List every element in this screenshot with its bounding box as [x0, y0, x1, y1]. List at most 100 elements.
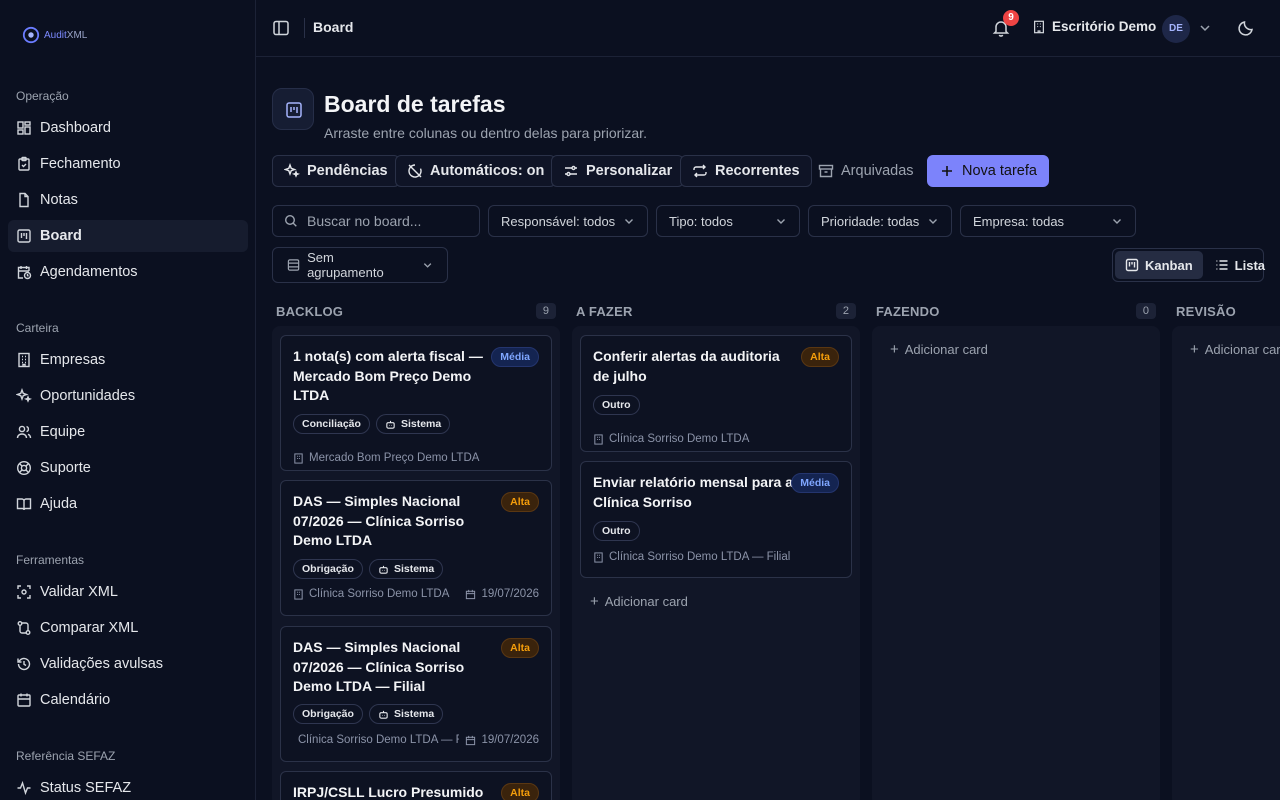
sidebar-item-comparar-xml[interactable]: Comparar XML — [8, 612, 248, 644]
office-selector[interactable]: Escritório Demo — [1032, 19, 1156, 34]
file-icon — [19, 192, 29, 208]
responsavel-filter[interactable]: Responsável: todos — [488, 205, 648, 237]
sidebar-item-empresas[interactable]: Empresas — [8, 344, 248, 376]
calendar-icon — [466, 735, 476, 745]
due-date: 19/07/2026 — [481, 588, 539, 600]
sidebar-item-label: Suporte — [40, 460, 91, 476]
sidebar-item-fechamento[interactable]: Fechamento — [8, 148, 248, 180]
task-card[interactable]: DAS — Simples Nacional 07/2026 — Clínica… — [280, 626, 552, 762]
sidebar-item-validacoes-avulsas[interactable]: Validações avulsas — [8, 648, 248, 680]
priority-badge: Alta — [501, 492, 539, 512]
nav-section-ferramentas: Ferramentas Validar XML Comparar XML Val… — [8, 550, 248, 720]
sidebar-toggle-icon[interactable] — [272, 19, 290, 37]
sidebar-item-ajuda[interactable]: Ajuda — [8, 488, 248, 520]
tag: Outro — [593, 395, 640, 415]
plus-icon — [942, 166, 952, 176]
tipo-filter-value: Tipo: todos — [669, 213, 733, 229]
recorrentes-button[interactable]: Recorrentes — [680, 155, 812, 187]
due-date: 19/07/2026 — [481, 734, 539, 746]
status-icon — [17, 780, 31, 796]
prioridade-filter[interactable]: Prioridade: todas — [808, 205, 952, 237]
card-tags: Outro — [593, 395, 640, 415]
prioridade-filter-value: Prioridade: todas — [821, 213, 920, 229]
tag: Obrigação — [293, 559, 363, 579]
topbar: Board 9 Escritório Demo DE — [256, 0, 1280, 57]
task-card[interactable]: 1 nota(s) com alerta fiscal — Mercado Bo… — [280, 335, 552, 471]
column-title: BACKLOG — [276, 303, 344, 319]
priority-badge: Alta — [501, 783, 539, 800]
sidebar-item-label: Validações avulsas — [40, 656, 164, 672]
search-input[interactable]: Buscar no board... — [272, 205, 480, 237]
book-icon — [16, 498, 32, 511]
sidebar-item-calendario[interactable]: Calendário — [8, 684, 248, 716]
sidebar-item-board[interactable]: Board — [8, 220, 248, 252]
card-title: IRPJ/CSLL Lucro Presumido — — [293, 784, 484, 800]
bot-off-icon — [408, 164, 422, 178]
card-title: DAS — Simples Nacional 07/2026 — Clínica… — [293, 639, 465, 694]
sidebar-item-equipe[interactable]: Equipe — [8, 416, 248, 448]
automaticos-button[interactable]: Automáticos: on — [395, 155, 557, 187]
responsavel-filter-value: Responsável: todos — [501, 213, 616, 229]
task-card[interactable]: Enviar relatório mensal para a Clínica S… — [580, 461, 852, 578]
arquivadas-button[interactable]: Arquivadas — [806, 155, 926, 187]
office-name: Escritório Demo — [1052, 19, 1157, 34]
sidebar-item-agendamentos[interactable]: Agendamentos — [8, 256, 248, 288]
task-card[interactable]: IRPJ/CSLL Lucro Presumido — Alta — [280, 771, 552, 800]
tipo-filter[interactable]: Tipo: todos — [656, 205, 800, 237]
sidebar-item-label: Dashboard — [40, 120, 111, 136]
pendencias-button[interactable]: Pendências — [272, 155, 400, 187]
chevron-down-icon — [423, 263, 432, 268]
sidebar-item-dashboard[interactable]: Dashboard — [8, 112, 248, 144]
view-toggle: Kanban Lista — [1112, 248, 1265, 282]
sidebar-item-notas[interactable]: Notas — [8, 184, 248, 216]
grouping-value: Sem agrupamento — [307, 250, 384, 280]
priority-badge: Média — [791, 473, 839, 493]
column-header-a-fazer: A FAZER 2 — [576, 303, 856, 319]
column-count: 2 — [836, 303, 856, 319]
sidebar-item-suporte[interactable]: Suporte — [8, 452, 248, 484]
sidebar-item-oportunidades[interactable]: Oportunidades — [8, 380, 248, 412]
kanban-view-button[interactable]: Kanban — [1115, 251, 1203, 279]
task-card[interactable]: DAS — Simples Nacional 07/2026 — Clínica… — [280, 480, 552, 616]
tag: Obrigação — [293, 704, 363, 724]
column-backlog: 1 nota(s) com alerta fiscal — Mercado Bo… — [272, 326, 560, 800]
tag-label: Sistema — [400, 418, 442, 430]
sidebar-item-status-sefaz[interactable]: Status SEFAZ — [8, 772, 248, 800]
priority-badge: Alta — [501, 638, 539, 658]
board-icon — [1125, 258, 1139, 272]
bot-icon — [386, 420, 395, 429]
add-card-button[interactable]: + Adicionar card — [590, 593, 688, 610]
card-tags: Conciliação Sistema — [293, 414, 451, 434]
brand-logo[interactable]: AuditXML — [22, 26, 87, 44]
nova-tarefa-button[interactable]: Nova tarefa — [927, 155, 1049, 187]
avatar[interactable]: DE — [1162, 15, 1190, 43]
building-icon — [18, 352, 30, 368]
grouping-select[interactable]: Sem agrupamento — [272, 247, 448, 283]
tag-sistema: Sistema — [368, 704, 444, 724]
board-icon — [17, 229, 31, 243]
chevron-down-icon — [625, 219, 633, 224]
bot-icon — [379, 565, 388, 574]
moon-icon[interactable] — [1237, 19, 1255, 37]
sparkles-icon — [16, 388, 32, 403]
compare-icon — [17, 621, 31, 635]
empresa-filter[interactable]: Empresa: todas — [960, 205, 1136, 237]
sidebar-item-label: Oportunidades — [40, 388, 136, 404]
add-card-button[interactable]: + Adicionar card — [1190, 341, 1280, 358]
plus-icon: + — [1190, 341, 1199, 358]
task-card[interactable]: Conferir alertas da auditoria de julho A… — [580, 335, 852, 452]
board-icon — [286, 102, 302, 118]
personalizar-button[interactable]: Personalizar — [551, 155, 685, 187]
tag-label: Sistema — [393, 708, 435, 720]
chevron-down-icon[interactable] — [1198, 21, 1212, 35]
sidebar-item-label: Notas — [40, 192, 78, 208]
column-count: 9 — [536, 303, 556, 319]
sparkles-icon — [284, 163, 300, 178]
card-company: Clínica Sorriso Demo LTDA — Filial — [293, 734, 459, 746]
sidebar-item-validar-xml[interactable]: Validar XML — [8, 576, 248, 608]
card-due-date: 19/07/2026 — [465, 588, 539, 600]
lista-view-button[interactable]: Lista — [1205, 251, 1275, 279]
add-card-button[interactable]: + Adicionar card — [890, 341, 988, 358]
company-name: Clínica Sorriso Demo LTDA — Filial — [609, 551, 791, 563]
personalizar-label: Personalizar — [586, 163, 673, 179]
